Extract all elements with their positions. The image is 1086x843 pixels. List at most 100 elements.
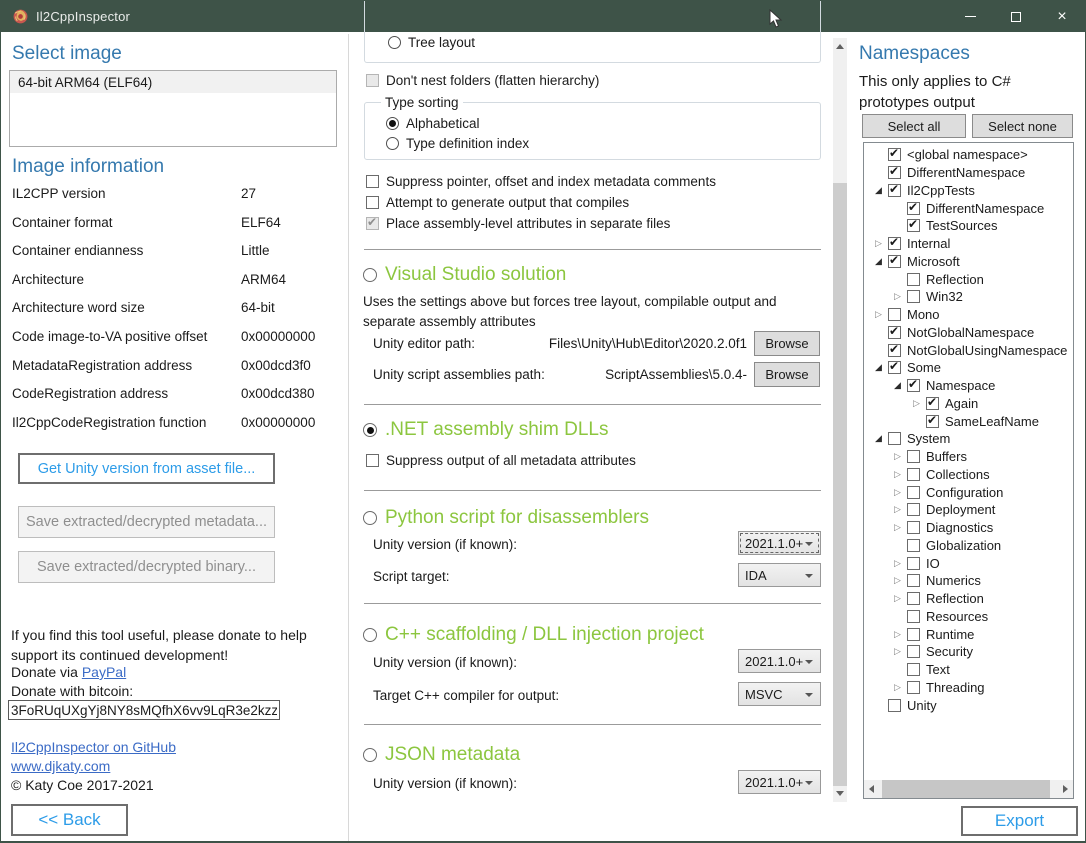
tree-node[interactable]: TestSources (864, 217, 1073, 235)
cpp-project-radio[interactable] (363, 628, 377, 642)
sort-alphabetical-option[interactable]: Alphabetical (386, 116, 480, 131)
expander-closed-icon[interactable]: ▷ (893, 575, 907, 586)
browse-editor-path-button[interactable]: Browse (754, 331, 820, 356)
namespace-checkbox[interactable] (888, 166, 901, 179)
python-unity-version-select[interactable]: 2021.1.0+ (738, 531, 821, 555)
compiles-option[interactable]: Attempt to generate output that compiles (366, 195, 629, 210)
tree-node[interactable]: ▷Reflection (864, 590, 1073, 608)
cpp-compiler-select[interactable]: MSVC (738, 682, 821, 706)
expander-closed-icon[interactable]: ▷ (893, 469, 907, 480)
tree-node[interactable]: ▷Internal (864, 235, 1073, 253)
namespace-checkbox[interactable] (888, 361, 901, 374)
namespace-checkbox[interactable] (907, 379, 920, 392)
expander-closed-icon[interactable]: ▷ (893, 487, 907, 498)
select-none-button[interactable]: Select none (972, 114, 1073, 138)
python-script-section-header[interactable]: Python script for disassemblers (363, 507, 649, 529)
namespace-checkbox[interactable] (888, 184, 901, 197)
tree-node[interactable]: ▷Deployment (864, 501, 1073, 519)
shim-dlls-section-header[interactable]: .NET assembly shim DLLs (363, 419, 609, 441)
maximize-button[interactable] (993, 1, 1039, 32)
tree-node[interactable]: DifferentNamespace (864, 164, 1073, 182)
paypal-link[interactable]: PayPal (82, 664, 126, 680)
expander-closed-icon[interactable]: ▷ (893, 593, 907, 604)
tree-node[interactable]: SameLeafName (864, 412, 1073, 430)
namespace-checkbox[interactable] (888, 308, 901, 321)
minimize-button[interactable] (947, 1, 993, 32)
sort-typedef-radio[interactable] (386, 137, 399, 150)
tree-layout-radio[interactable] (388, 36, 401, 49)
expander-closed-icon[interactable]: ▷ (874, 309, 888, 320)
suppress-comments-checkbox[interactable] (366, 175, 379, 188)
options-vertical-scrollbar[interactable] (833, 38, 847, 802)
sort-alphabetical-radio[interactable] (386, 117, 399, 130)
tree-node[interactable]: Globalization (864, 537, 1073, 555)
tree-node[interactable]: ◢System (864, 430, 1073, 448)
tree-node[interactable]: ◢Il2CppTests (864, 182, 1073, 200)
expander-closed-icon[interactable]: ▷ (893, 522, 907, 533)
namespaces-tree[interactable]: <global namespace>DifferentNamespace◢Il2… (863, 142, 1074, 799)
tree-node[interactable]: NotGlobalUsingNamespace (864, 341, 1073, 359)
separate-attributes-option[interactable]: Place assembly-level attributes in separ… (366, 216, 670, 231)
tree-node[interactable]: ▷Mono (864, 306, 1073, 324)
expander-closed-icon[interactable]: ▷ (893, 629, 907, 640)
tree-node[interactable]: ▷IO (864, 554, 1073, 572)
tree-node[interactable]: ▷Runtime (864, 625, 1073, 643)
cpp-unity-version-select[interactable]: 2021.1.0+ (738, 649, 821, 673)
expander-open-icon[interactable]: ◢ (874, 362, 888, 373)
namespace-checkbox[interactable] (907, 681, 920, 694)
tree-node[interactable]: ▷Buffers (864, 448, 1073, 466)
scroll-left-icon[interactable] (869, 785, 874, 793)
namespace-checkbox[interactable] (926, 397, 939, 410)
script-assemblies-path-value[interactable]: -5.0.4\ScriptAssemblies (542, 367, 747, 382)
expander-closed-icon[interactable]: ▷ (893, 646, 907, 657)
back-button[interactable]: << Back (11, 804, 128, 836)
bitcoin-address-input[interactable] (8, 700, 280, 720)
tree-node[interactable]: ▷Threading (864, 679, 1073, 697)
namespace-checkbox[interactable] (907, 202, 920, 215)
namespace-checkbox[interactable] (888, 432, 901, 445)
scroll-up-icon[interactable] (836, 44, 844, 49)
namespace-checkbox[interactable] (926, 415, 939, 428)
namespace-checkbox[interactable] (907, 450, 920, 463)
namespace-checkbox[interactable] (907, 610, 920, 623)
expander-closed-icon[interactable]: ▷ (893, 558, 907, 569)
flatten-option[interactable]: Don't nest folders (flatten hierarchy) (366, 73, 599, 88)
namespace-checkbox[interactable] (907, 663, 920, 676)
namespace-checkbox[interactable] (907, 574, 920, 587)
python-script-radio[interactable] (363, 511, 377, 525)
expander-open-icon[interactable]: ◢ (874, 433, 888, 444)
suppress-metadata-attrs-checkbox[interactable] (366, 454, 379, 467)
scrollbar-thumb[interactable] (833, 183, 847, 786)
tree-node[interactable]: Resources (864, 608, 1073, 626)
select-all-button[interactable]: Select all (862, 114, 966, 138)
tree-node[interactable]: Text (864, 661, 1073, 679)
github-link[interactable]: Il2CppInspector on GitHub (11, 739, 176, 755)
expander-open-icon[interactable]: ◢ (874, 256, 888, 267)
namespace-checkbox[interactable] (888, 699, 901, 712)
namespace-checkbox[interactable] (888, 326, 901, 339)
expander-open-icon[interactable]: ◢ (874, 185, 888, 196)
json-metadata-section-header[interactable]: JSON metadata (363, 744, 520, 766)
scroll-right-icon[interactable] (1063, 785, 1068, 793)
namespace-checkbox[interactable] (888, 344, 901, 357)
tree-node[interactable]: ▷Win32 (864, 288, 1073, 306)
namespace-checkbox[interactable] (907, 503, 920, 516)
suppress-metadata-attrs-option[interactable]: Suppress output of all metadata attribut… (366, 453, 636, 468)
tree-node[interactable]: NotGlobalNamespace (864, 324, 1073, 342)
namespace-checkbox[interactable] (907, 645, 920, 658)
namespace-checkbox[interactable] (907, 219, 920, 232)
tree-node[interactable]: ▷Configuration (864, 483, 1073, 501)
tree-layout-option[interactable]: Tree layout (388, 35, 475, 50)
namespace-checkbox[interactable] (907, 521, 920, 534)
tree-node[interactable]: ▷Security (864, 643, 1073, 661)
tree-node[interactable]: ◢Namespace (864, 377, 1073, 395)
namespace-checkbox[interactable] (907, 290, 920, 303)
namespace-checkbox[interactable] (888, 255, 901, 268)
script-target-select[interactable]: IDA (738, 563, 821, 587)
json-unity-version-select[interactable]: 2021.1.0+ (738, 770, 821, 794)
expander-closed-icon[interactable]: ▷ (893, 291, 907, 302)
unity-editor-path-value[interactable]: Files\Unity\Hub\Editor\2020.2.0f1 (542, 336, 747, 351)
get-unity-version-button[interactable]: Get Unity version from asset file... (18, 453, 275, 484)
expander-open-icon[interactable]: ◢ (893, 380, 907, 391)
namespace-checkbox[interactable] (888, 148, 901, 161)
